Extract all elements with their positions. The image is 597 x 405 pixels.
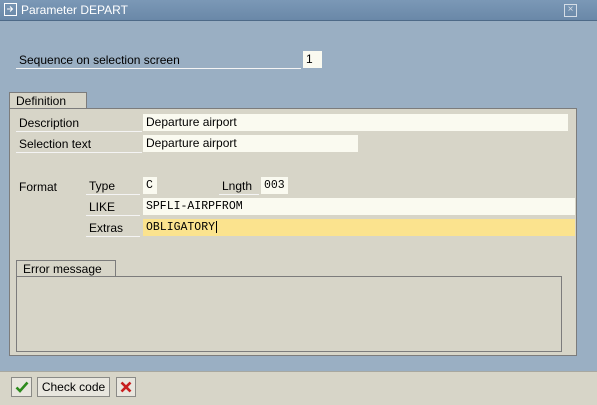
error-message-tab: Error message	[16, 260, 116, 276]
extras-value: OBLIGATORY	[146, 221, 216, 234]
type-input[interactable]: C	[143, 177, 157, 194]
window-title: Parameter DEPART	[21, 3, 128, 17]
description-label: Description	[16, 115, 142, 132]
length-input[interactable]: 003	[261, 177, 288, 194]
check-code-button[interactable]: Check code	[37, 377, 110, 397]
checkmark-icon	[15, 381, 28, 393]
length-label: Lngth	[219, 178, 259, 195]
description-input[interactable]: Departure airport	[143, 114, 568, 131]
error-message-tab-label: Error message	[23, 262, 102, 276]
window-icon	[4, 3, 17, 16]
selection-text-input[interactable]: Departure airport	[143, 135, 358, 152]
text-cursor	[216, 220, 218, 233]
like-label: LIKE	[86, 199, 140, 216]
definition-tab-label: Definition	[16, 94, 67, 108]
format-label: Format	[19, 180, 58, 194]
sequence-input[interactable]: 1	[303, 51, 322, 68]
type-label: Type	[86, 178, 140, 195]
cancel-button[interactable]	[116, 377, 136, 397]
cancel-icon	[120, 381, 132, 393]
close-icon[interactable]: ×	[564, 4, 577, 17]
like-input[interactable]: SPFLI-AIRPFROM	[143, 198, 575, 215]
dialog-content: Sequence on selection screen 1 Definitio…	[0, 21, 597, 371]
extras-input[interactable]: OBLIGATORY	[143, 219, 575, 236]
bottom-toolbar: Check code	[0, 371, 597, 405]
definition-group: Description Departure airport Selection …	[9, 108, 577, 356]
extras-label: Extras	[86, 220, 140, 237]
sequence-label: Sequence on selection screen	[16, 52, 301, 69]
title-bar: Parameter DEPART ×	[0, 0, 597, 21]
selection-text-label: Selection text	[16, 136, 142, 153]
confirm-button[interactable]	[11, 377, 32, 397]
error-message-box	[16, 276, 562, 352]
definition-tab: Definition	[9, 92, 87, 108]
